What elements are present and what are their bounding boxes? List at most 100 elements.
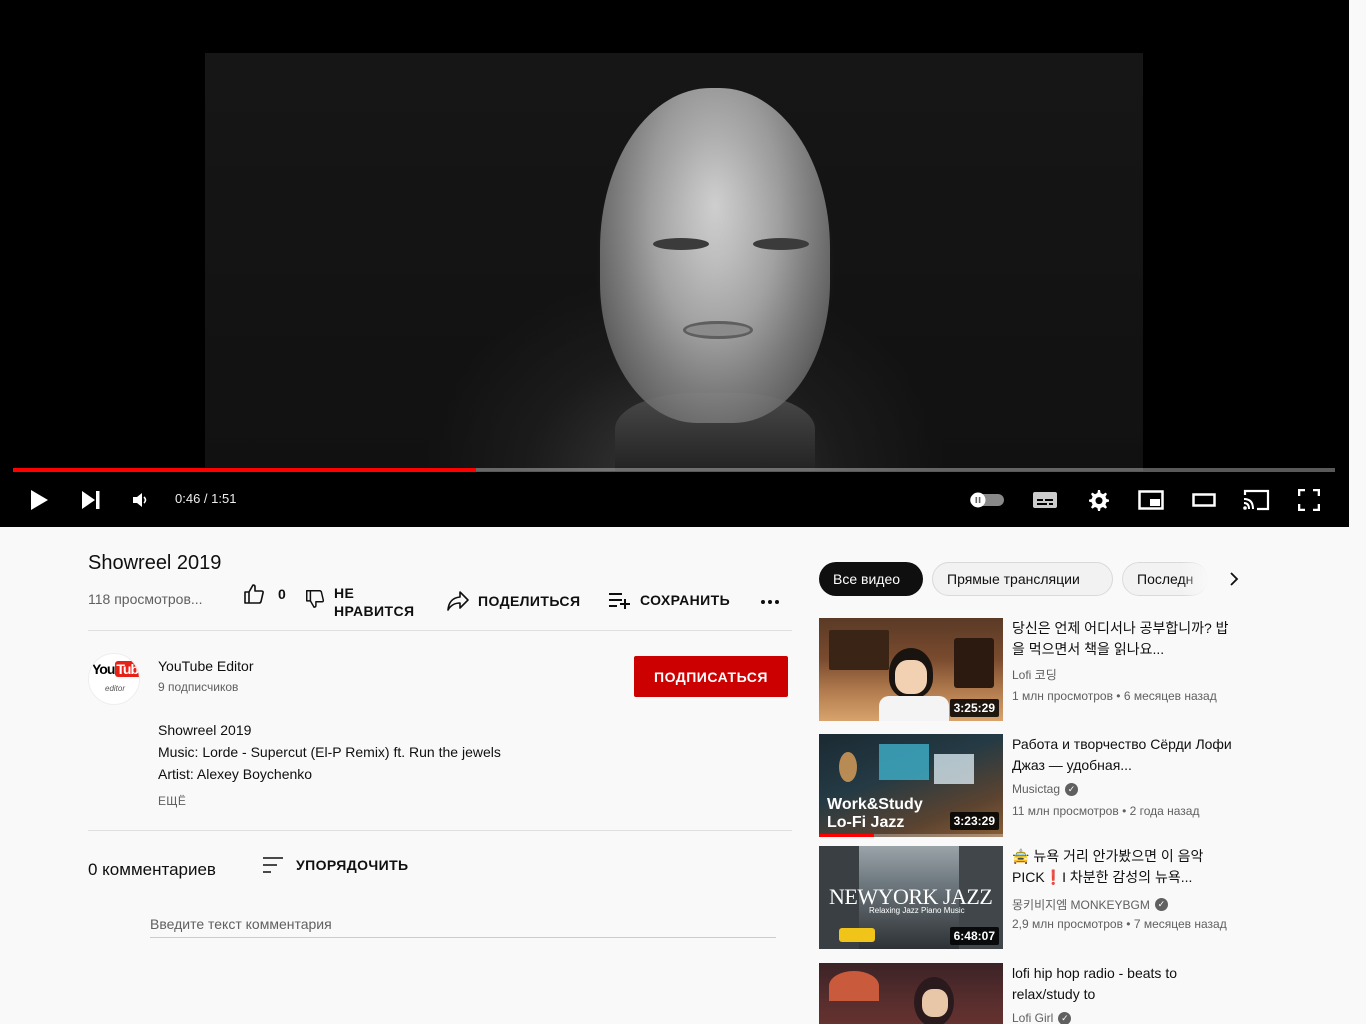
miniplayer-icon xyxy=(1138,490,1164,510)
duration-badge: 6:48:07 xyxy=(949,927,999,945)
progress-bar[interactable] xyxy=(13,468,1335,472)
like-icon xyxy=(244,584,264,604)
dislike-button[interactable]: НЕ НРАВИТСЯ xyxy=(304,584,414,620)
video-player[interactable]: 0:46 / 1:51 xyxy=(0,0,1349,527)
thumbnail-shape xyxy=(934,754,974,784)
volume-icon xyxy=(133,493,147,507)
thumbnail-shape xyxy=(922,989,948,1017)
chip-all-videos[interactable]: Все видео xyxy=(819,562,923,596)
miniplayer-button[interactable] xyxy=(1132,476,1170,524)
rec-title[interactable]: Работа и творчество Сёрди Лофи Джаз — уд… xyxy=(1012,734,1237,776)
video-frame[interactable] xyxy=(205,53,1143,471)
rec-meta: 11 млн просмотров • 2 года назад xyxy=(1012,804,1200,818)
description-line: Music: Lorde - Supercut (El-P Remix) ft.… xyxy=(158,744,501,760)
watch-progress-track xyxy=(819,834,1003,837)
channel-avatar[interactable]: YouTube editor xyxy=(88,653,140,705)
verified-icon: ✓ xyxy=(1065,782,1079,796)
theater-icon xyxy=(1192,493,1216,507)
subscribe-button[interactable]: ПОДПИСАТЬСЯ xyxy=(634,656,788,697)
divider xyxy=(88,830,792,831)
description-line: Artist: Alexey Boychenko xyxy=(158,766,313,782)
autoplay-toggle-icon xyxy=(970,492,1004,508)
video-figure-eye xyxy=(653,238,709,250)
next-button[interactable] xyxy=(74,476,108,524)
share-label: ПОДЕЛИТЬСЯ xyxy=(478,593,581,609)
next-icon xyxy=(82,491,100,509)
verified-icon: ✓ xyxy=(1154,898,1168,911)
like-count: 0 xyxy=(278,586,287,602)
verified-icon: ✓ xyxy=(1058,1011,1072,1024)
fullscreen-button[interactable] xyxy=(1291,476,1327,524)
rec-meta: 2,9 млн просмотров • 7 месяцев назад xyxy=(1012,917,1227,931)
more-actions-button[interactable] xyxy=(760,590,780,610)
thumbnail-text: Relaxing Jazz Piano Music xyxy=(869,906,965,915)
cast-button[interactable] xyxy=(1237,476,1275,524)
subtitles-button[interactable] xyxy=(1026,476,1064,524)
comment-input[interactable] xyxy=(150,910,776,938)
sort-comments-button[interactable]: УПОРЯДОЧИТЬ xyxy=(262,856,409,874)
save-icon xyxy=(609,593,630,609)
rec-channel[interactable]: Musictag ✓ xyxy=(1012,782,1079,796)
play-icon xyxy=(31,490,48,510)
rec-title[interactable]: lofi hip hop radio - beats to relax/stud… xyxy=(1012,963,1237,1005)
video-thumbnail[interactable]: Work&Study Lo-Fi Jazz 3:23:29 xyxy=(819,734,1003,837)
rec-title[interactable]: 🚖 뉴욕 거리 안가봤으면 이 음악 PICK❗I 차분한 감성의 뉴욕... xyxy=(1012,846,1237,888)
chips-next-button[interactable] xyxy=(1224,569,1244,589)
recommended-video[interactable]: NEWYORK JAZZ Relaxing Jazz Piano Music 6… xyxy=(819,846,1239,950)
duration-badge: 3:25:29 xyxy=(949,699,999,717)
subtitles-icon xyxy=(1033,492,1057,508)
cast-icon xyxy=(1243,489,1270,511)
avatar-logo-caption: editor xyxy=(105,684,126,693)
thumbnail-shape xyxy=(839,752,857,782)
play-button[interactable] xyxy=(22,476,56,524)
share-button[interactable]: ПОДЕЛИТЬСЯ xyxy=(446,590,580,612)
save-button[interactable]: СОХРАНИТЬ xyxy=(608,590,730,610)
fullscreen-icon xyxy=(1298,489,1320,511)
channel-name[interactable]: YouTube Editor xyxy=(158,658,253,674)
recommended-video[interactable]: Work&Study Lo-Fi Jazz 3:23:29 Работа и т… xyxy=(819,734,1239,838)
like-button[interactable]: 0 xyxy=(242,582,286,606)
video-thumbnail[interactable]: 3:25:29 xyxy=(819,618,1003,721)
view-count[interactable]: 118 просмотров... xyxy=(88,591,203,607)
thumbnail-shape xyxy=(895,660,927,694)
thumbnail-shape xyxy=(879,696,949,721)
video-figure-face xyxy=(600,88,830,423)
thumbnail-text: Work&Study xyxy=(827,796,923,813)
thumbnail-shape xyxy=(839,928,875,942)
autoplay-toggle[interactable] xyxy=(966,476,1008,524)
volume-button[interactable] xyxy=(124,476,156,524)
thumbnail-shape xyxy=(829,630,889,670)
rec-channel[interactable]: Lofi 코딩 xyxy=(1012,666,1057,683)
comments-count: 0 комментариев xyxy=(88,860,216,879)
subscriber-count: 9 подписчиков xyxy=(158,680,239,694)
duration-badge: 3:23:29 xyxy=(949,812,999,830)
chip-recent[interactable]: Последн xyxy=(1122,562,1208,596)
save-label: СОХРАНИТЬ xyxy=(640,592,731,608)
rec-meta: 1 млн просмотров • 6 месяцев назад xyxy=(1012,689,1217,703)
rec-title[interactable]: 당신은 언제 어디서나 공부합니까? 밥을 먹으면서 책을 읽나요... xyxy=(1012,618,1237,660)
progress-fill xyxy=(13,468,476,472)
share-icon xyxy=(447,591,469,611)
video-thumbnail[interactable]: NEWYORK JAZZ Relaxing Jazz Piano Music 6… xyxy=(819,846,1003,949)
video-description: Showreel 2019 Music: Lorde - Supercut (E… xyxy=(158,719,501,785)
chevron-right-icon xyxy=(1230,572,1239,586)
theater-mode-button[interactable] xyxy=(1185,476,1223,524)
show-more-button[interactable]: ЕЩЁ xyxy=(158,794,186,808)
recommended-video[interactable]: lofi hip hop radio - beats to relax/stud… xyxy=(819,963,1239,1024)
description-line: Showreel 2019 xyxy=(158,722,252,738)
thumbnail-shape xyxy=(954,638,994,688)
avatar-logo: YouTube xyxy=(91,661,139,677)
video-figure-eye xyxy=(753,238,809,250)
settings-button[interactable] xyxy=(1080,476,1116,524)
video-thumbnail[interactable] xyxy=(819,963,1003,1024)
divider xyxy=(88,630,792,631)
rec-channel[interactable]: 몽키비지엠 MONKEYBGM ✓ xyxy=(1012,896,1168,913)
chip-live-streams[interactable]: Прямые трансляции xyxy=(932,562,1113,596)
recommended-video[interactable]: 3:25:29 당신은 언제 어디서나 공부합니까? 밥을 먹으면서 책을 읽나… xyxy=(819,618,1239,722)
dislike-icon xyxy=(306,590,325,608)
player-controls: 0:46 / 1:51 xyxy=(0,476,1349,524)
rec-channel[interactable]: Lofi Girl ✓ xyxy=(1012,1011,1072,1024)
dislike-label: НЕ xyxy=(334,585,355,601)
watch-progress-fill xyxy=(819,834,875,837)
thumbnail-shape xyxy=(879,744,929,780)
